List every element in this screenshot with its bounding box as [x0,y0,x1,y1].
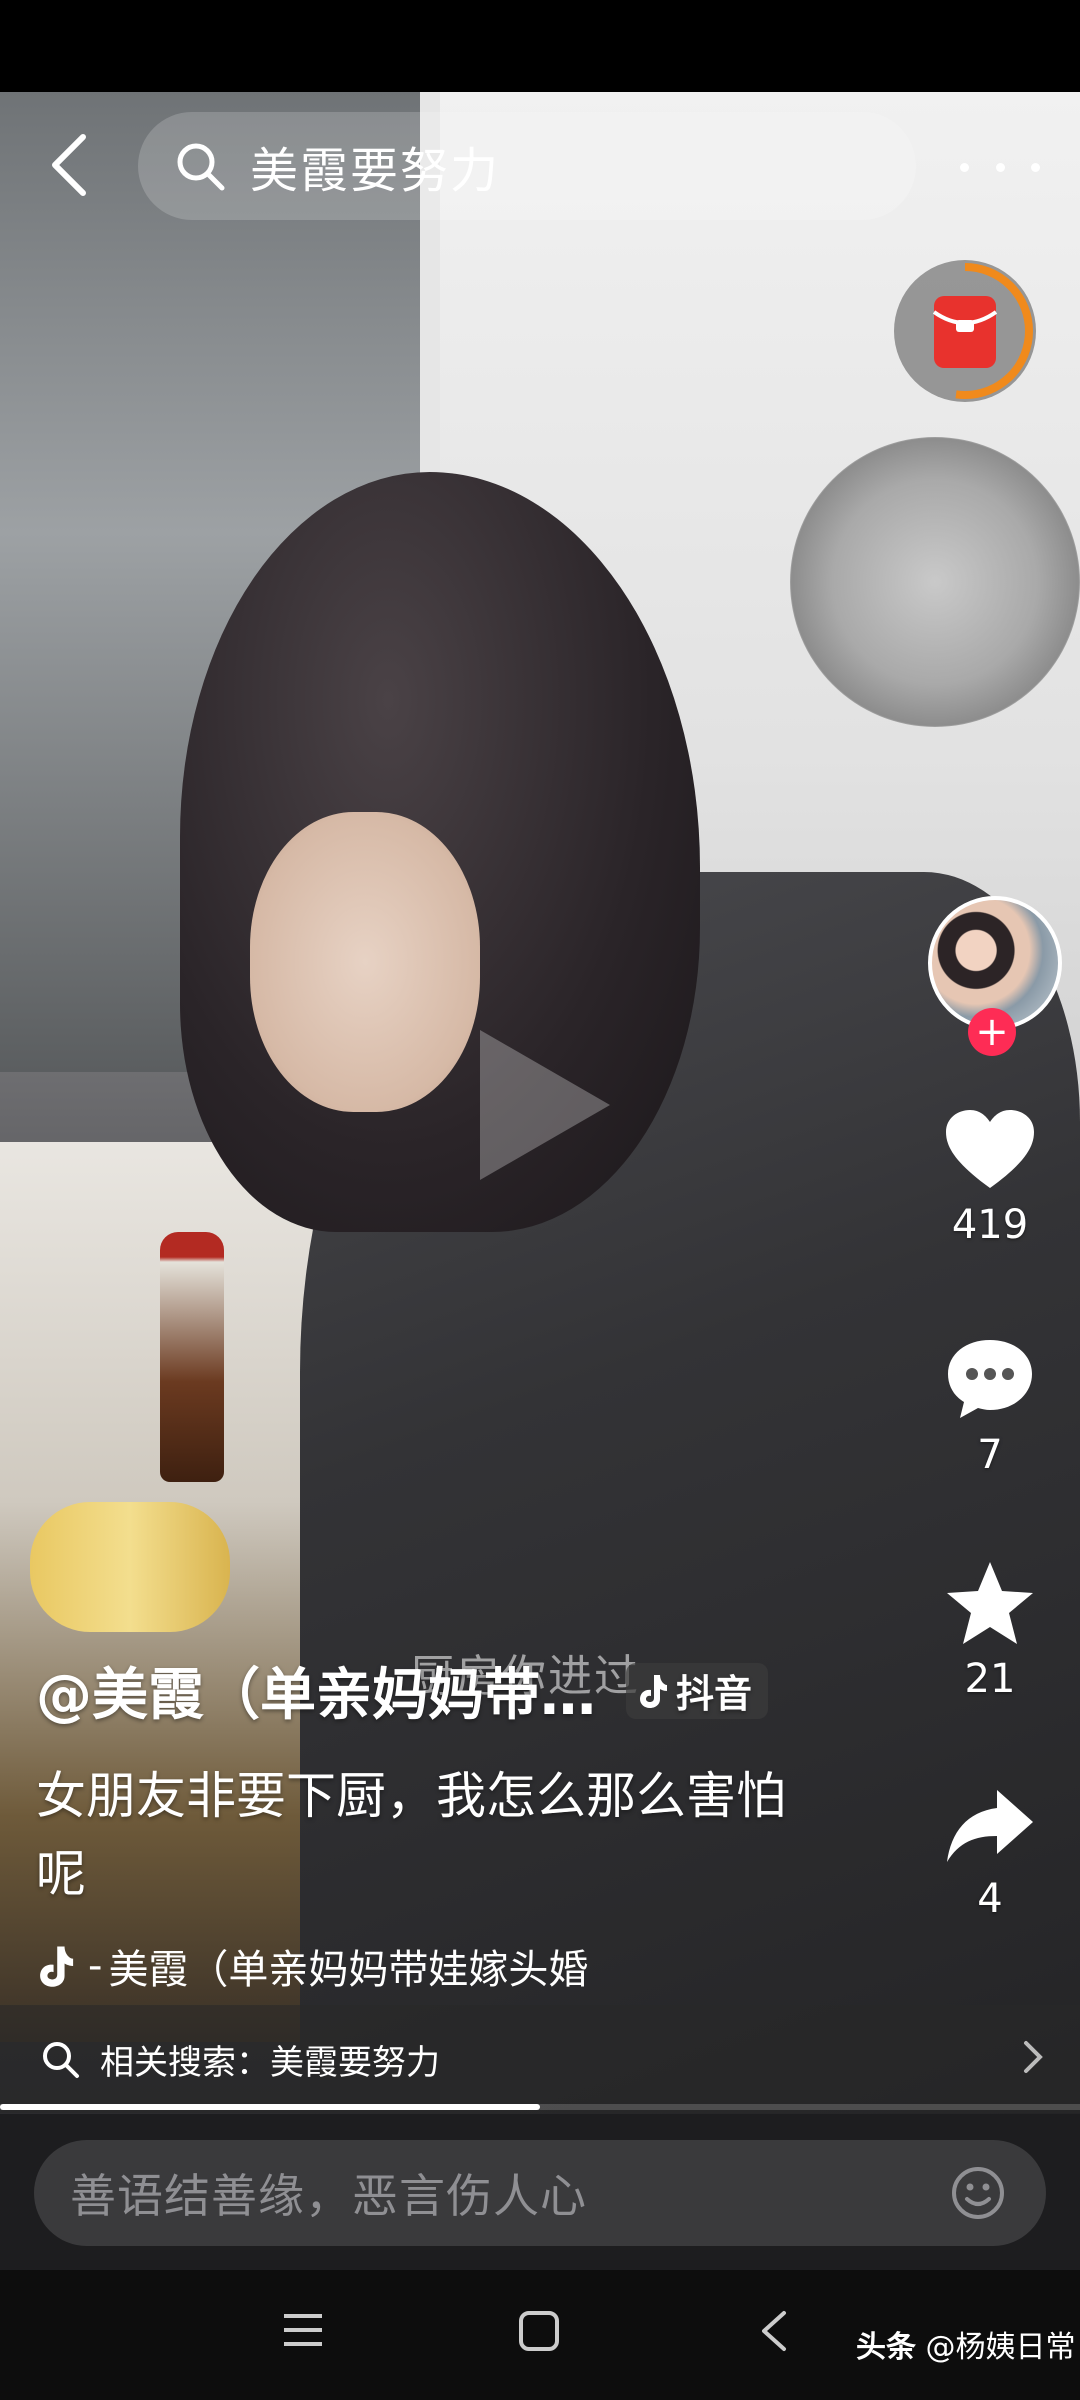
emoji-icon[interactable] [950,2165,1006,2221]
platform-badge: 抖音 [626,1662,769,1719]
magnifier-icon [43,2042,79,2078]
search-icon [177,143,225,191]
favorite-button[interactable]: 21 [920,1560,1060,1702]
douyin-icon [640,1674,667,1708]
scene-face [250,812,480,1112]
play-icon[interactable] [470,1020,620,1190]
music-title: 美霞（单亲妈妈带娃嫁头婚 [108,1947,589,1993]
watermark: 头条 @杨姨日常 [856,2322,1076,2366]
related-search-bar[interactable]: 相关搜索：美霞要努力 [0,2005,1080,2113]
scene-steamer-lid [790,437,1080,727]
music-line[interactable]: - 美霞（单亲妈妈带娃嫁头婚 [36,1937,836,1995]
comment-bar: 善语结善缘，恶言伤人心 [0,2114,1080,2270]
platform-badge-label: 抖音 [676,1672,753,1716]
video-progress-bar[interactable] [0,2104,1080,2110]
comment-input[interactable]: 善语结善缘，恶言伤人心 [34,2140,1046,2246]
scene-corn [30,1502,230,1632]
douyin-icon [40,1946,74,1987]
red-packet-icon [897,263,1033,399]
scene-bottle [160,1232,224,1482]
like-count: 419 [951,1202,1029,1248]
comment-count: 7 [977,1432,1003,1478]
related-search-label: 相关搜索：美霞要努力 [100,2042,440,2083]
comment-icon [948,1340,1032,1418]
video-description: 女朋友非要下厨，我怎么那么害怕呢 [36,1767,786,1903]
system-nav-bar: 头条 @杨姨日常 [0,2270,1080,2400]
author-name[interactable]: @美霞（单亲妈妈带… [36,1650,596,1731]
share-icon [947,1790,1033,1862]
watermark-handle: @杨姨日常 [925,2330,1076,2365]
nav-back-icon[interactable] [758,2310,788,2352]
back-icon [52,134,86,196]
video-progress-fill [0,2104,540,2110]
home-icon[interactable] [518,2310,560,2352]
share-count: 4 [977,1876,1003,1922]
author-line[interactable]: @美霞（单亲妈妈带… 抖音 [36,1650,836,1731]
red-packet-button[interactable] [894,260,1036,402]
more-icon [960,162,969,172]
more-button[interactable] [960,142,1040,192]
favorite-count: 21 [964,1656,1016,1702]
watermark-brand: 头条 [856,2330,916,2365]
comment-button[interactable]: 7 [920,1336,1060,1478]
top-bar: 美霞要努力 [0,92,1080,242]
star-icon [947,1562,1033,1644]
like-button[interactable]: 419 [920,1108,1060,1248]
search-query: 美霞要努力 [250,143,501,199]
search-bar[interactable]: 美霞要努力 [138,112,916,220]
back-button[interactable] [34,130,104,200]
follow-button[interactable]: + [968,1008,1016,1056]
status-bar [0,0,1080,92]
caption-area: @美霞（单亲妈妈带… 抖音 女朋友非要下厨，我怎么那么害怕呢 - 美霞（单亲妈妈… [36,1650,836,1995]
heart-icon [946,1110,1034,1188]
chevron-right-icon [1024,2041,1043,2073]
menu-icon[interactable] [282,2310,324,2350]
comment-placeholder: 善语结善缘，恶言伤人心 [70,2169,587,2223]
share-button[interactable]: 4 [920,1786,1060,1922]
